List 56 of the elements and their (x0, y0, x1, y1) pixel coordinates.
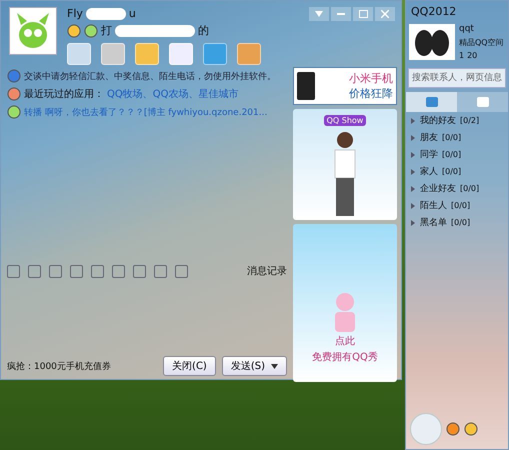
penguin-avatar (409, 24, 455, 60)
contact-signature: 的 (198, 23, 209, 38)
phone-ad-banner[interactable]: 小米手机 价格狂降 (293, 67, 397, 105)
menu-icon[interactable] (309, 7, 329, 21)
flower-tab[interactable] (457, 92, 508, 112)
group-count: [0/0] (451, 218, 470, 227)
qq-show-badge[interactable]: QQ Show (324, 115, 366, 126)
send-button[interactable]: 发送(S) (222, 356, 287, 376)
contact-name: Fly (67, 7, 83, 20)
maximize-icon[interactable] (353, 7, 373, 21)
contact-group[interactable]: 黑名单 [0/0] (406, 214, 508, 231)
user-signature: 精品QQ空间 (459, 37, 505, 48)
contact-group[interactable]: 陌生人 [0/0] (406, 197, 508, 214)
contact-avatar (9, 7, 57, 55)
group-name: 同学 (420, 148, 438, 161)
group-count: [0/0] (442, 133, 462, 142)
search-field[interactable]: 搜索联系人，网页信息 (408, 68, 506, 88)
history-button[interactable]: 消息记录 (247, 264, 287, 278)
group-count: [0/0] (460, 184, 480, 193)
recent-apps-label: 最近玩过的应用： (24, 88, 104, 101)
chat-tab[interactable] (406, 92, 457, 112)
group-name: 黑名单 (420, 216, 447, 229)
promo-text: 免费拥有QQ秀 (312, 350, 378, 364)
contact-group[interactable]: 朋友 [0/0] (406, 129, 508, 146)
group-name: 家人 (420, 166, 438, 178)
group-count: [0/0] (442, 150, 462, 159)
caret-icon[interactable] (271, 364, 278, 368)
phone-icon (297, 72, 315, 100)
group-name: 企业好友 (420, 182, 456, 195)
window-title: QQ2012 (410, 4, 458, 20)
redaction-block (86, 8, 126, 20)
close-icon[interactable] (375, 7, 395, 21)
ad-text: 小米手机 (349, 71, 393, 86)
contact-group[interactable]: 家人 [0/0] (406, 163, 508, 180)
promo-text: 疯抢：1000元手机充值券 (7, 360, 111, 372)
group-name: 朋友 (420, 132, 438, 144)
level-count: 1 (459, 51, 464, 60)
user-nickname: qqt (459, 24, 475, 34)
group-name: 陌生人 (420, 200, 447, 212)
contact-group[interactable]: 企业好友 [0/0] (406, 180, 508, 197)
group-count: [0/0] (451, 201, 470, 210)
group-count: [0/0] (442, 167, 462, 176)
ad-text: 价格狂降 (349, 86, 393, 101)
close-button[interactable]: 关闭(C) (163, 356, 216, 376)
contact-name: u (128, 7, 136, 20)
contact-group[interactable]: 同学 [0/0] (406, 146, 508, 163)
minimize-icon[interactable] (331, 7, 351, 21)
qq-menu-button[interactable] (410, 413, 442, 445)
group-name: 我的好友 (420, 114, 456, 127)
qq-show-promo[interactable]: 点此 免费拥有QQ秀 (293, 224, 397, 382)
group-count: [0/2] (460, 116, 480, 125)
contact-group[interactable]: 我的好友 [0/2] (406, 112, 508, 129)
warning-notice: 交谈中请勿轻信汇款、中奖信息、陌生电话，勿使用外挂软件。 (24, 70, 276, 82)
points-count: 20 (467, 51, 478, 60)
promo-text: 点此 (335, 334, 355, 348)
contact-signature: 打 (101, 23, 112, 38)
